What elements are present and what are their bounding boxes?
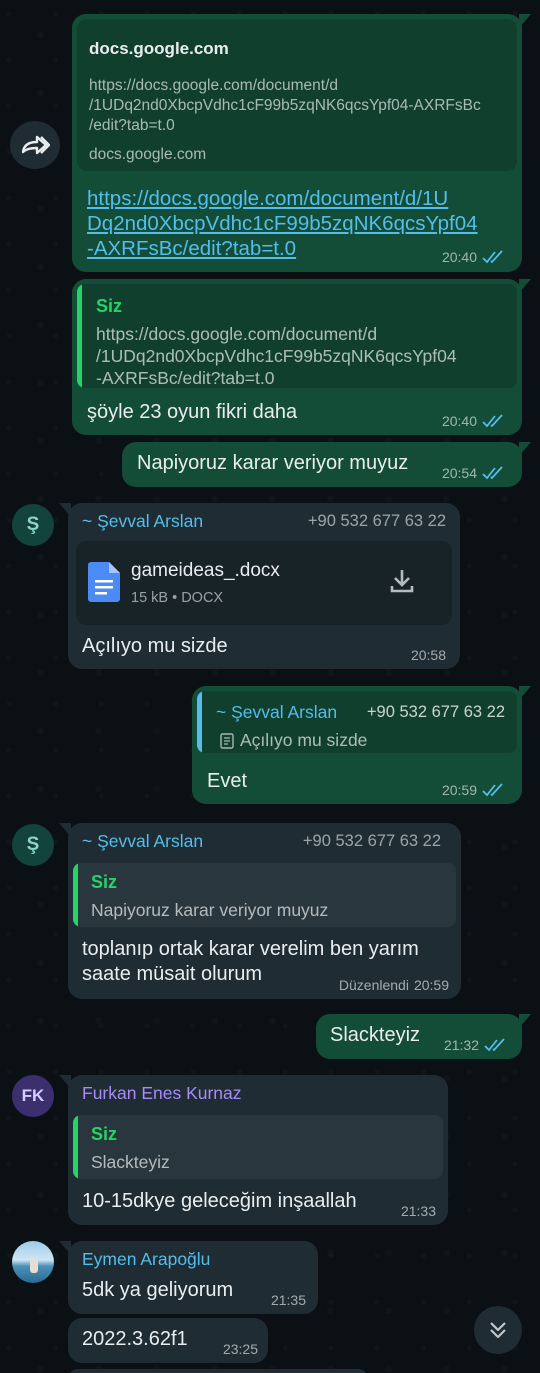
message-text: Açılıyo mu sizde	[82, 635, 228, 657]
sender-phone: +90 532 677 63 22	[302, 832, 441, 850]
message-meta: 21:35	[271, 1292, 306, 1308]
message-time: 21:33	[400, 1203, 436, 1219]
message-meta: 20:59	[442, 782, 508, 798]
message-bubble-reply[interactable]: Furkan Enes Kurnaz Siz Slackteyiz 10-15d…	[59, 1075, 448, 1225]
message-meta: 21:32	[444, 1037, 510, 1053]
quote-text: Napiyoruz karar veriyor muyuz	[91, 900, 329, 920]
edited-label: Düzenlendi	[338, 977, 409, 993]
link-line[interactable]: https://docs.google.com/document/d/1U	[87, 186, 478, 211]
message-bubble-text[interactable]: Napiyoruz karar veriyor muyuz 20:54	[122, 442, 531, 487]
message-text: 2022.3.62f1	[82, 1328, 188, 1350]
chat-conversation[interactable]: docs.google.com https://docs.google.com/…	[0, 0, 540, 1373]
message-meta: 20:40	[442, 249, 508, 265]
message-meta: 20:40	[442, 413, 508, 429]
quote-text: https://docs.google.com/document/d /1UDq…	[96, 323, 457, 388]
message-bubble-reply[interactable]: ~ Şevval Arslan +90 532 677 63 22 Açılıy…	[192, 686, 531, 804]
message-time: 20:59	[441, 782, 477, 798]
message-time: 21:32	[443, 1037, 479, 1053]
message-link[interactable]: https://docs.google.com/document/d/1U Dq…	[87, 186, 478, 261]
quoted-message[interactable]: ~ Şevval Arslan +90 532 677 63 22 Açılıy…	[197, 691, 517, 753]
quote-line: https://docs.google.com/document/d	[96, 324, 378, 344]
message-bubble-reply[interactable]: Siz https://docs.google.com/document/d /…	[72, 279, 531, 435]
forward-button[interactable]	[10, 121, 60, 169]
avatar-eymen[interactable]	[12, 1241, 54, 1283]
quote-bar	[73, 1115, 78, 1179]
sender-phone: +90 532 677 63 22	[307, 512, 446, 530]
message-time: 20:40	[441, 413, 477, 429]
message-bubble-reply[interactable]: ~ Şevval Arslan +90 532 677 63 22 Siz Na…	[59, 823, 461, 999]
message-bubble-partial[interactable]	[68, 1369, 368, 1373]
message-meta: 23:25	[223, 1341, 258, 1357]
read-ticks-icon	[482, 250, 503, 264]
message-meta: Düzenlendi 20:59	[339, 977, 449, 993]
message-time: 20:58	[410, 647, 446, 663]
quote-text: Slackteyiz	[91, 1152, 170, 1172]
preview-url-line: /edit?tab=t.0	[89, 117, 175, 134]
link-preview-url: https://docs.google.com/document/d /1UDq…	[89, 76, 481, 136]
quote-bar	[73, 863, 78, 927]
link-preview-title: docs.google.com	[89, 39, 229, 58]
message-bubble-link[interactable]: docs.google.com https://docs.google.com/…	[72, 14, 531, 272]
document-small-icon	[220, 733, 234, 749]
file-meta: 15 kB • DOCX	[131, 590, 224, 606]
quote-sender: Siz	[91, 1124, 118, 1144]
read-ticks-icon	[482, 466, 503, 480]
file-name: gameideas_.docx	[131, 560, 280, 581]
read-ticks-icon	[482, 783, 503, 797]
quote-line: -AXRFsBc/edit?tab=t.0	[96, 368, 275, 388]
message-bubble-file[interactable]: ~ Şevval Arslan +90 532 677 63 22 gameid…	[59, 503, 460, 669]
message-text: Slackteyiz	[330, 1024, 421, 1046]
message-text-line: toplanıp ortak karar verelim ben yarım	[82, 938, 419, 960]
message-time: 23:25	[222, 1341, 258, 1357]
message-text: 10-15dkye geleceğim inşaallah	[82, 1190, 357, 1212]
message-time: 20:59	[413, 977, 449, 993]
sender-name[interactable]: Eymen Arapoğlu	[82, 1249, 210, 1270]
document-icon	[88, 562, 120, 602]
message-text: şöyle 23 oyun fikri daha	[87, 401, 298, 423]
message-meta: 20:54	[442, 465, 508, 481]
double-chevron-down-icon	[490, 1322, 506, 1339]
link-line[interactable]: -AXRFsBc/edit?tab=t.0	[87, 236, 478, 261]
message-bubble-text[interactable]: Slackteyiz 21:32	[316, 1014, 531, 1059]
quote-bar	[77, 284, 82, 388]
avatar-sevval[interactable]: Ş	[12, 824, 54, 866]
quote-sender: Siz	[91, 872, 118, 892]
quote-text: Açılıyo mu sizde	[240, 730, 368, 750]
preview-url-line: https://docs.google.com/document/d	[89, 77, 339, 94]
message-time: 21:35	[270, 1292, 306, 1308]
quote-bar	[197, 691, 202, 753]
quote-line: /1UDq2nd0XbcpVdhc1cF99b5zqNK6qcsYpf04	[96, 346, 457, 366]
quote-sender: Siz	[96, 296, 123, 316]
message-meta: 21:33	[401, 1203, 436, 1219]
quoted-message[interactable]: Siz Slackteyiz	[73, 1115, 443, 1179]
download-icon[interactable]	[388, 567, 416, 595]
avatar-photo-figure	[30, 1259, 38, 1273]
file-attachment[interactable]: gameideas_.docx 15 kB • DOCX	[76, 541, 452, 625]
scroll-to-bottom-button[interactable]	[474, 1306, 522, 1354]
message-bubble-text[interactable]: Eymen Arapoğlu 5dk ya geliyorum 21:35	[59, 1241, 318, 1314]
message-text: Evet	[207, 770, 248, 792]
link-preview-domain: docs.google.com	[89, 146, 207, 163]
read-ticks-icon	[484, 1038, 505, 1052]
avatar-furkan[interactable]: FK	[12, 1075, 54, 1117]
forward-icon	[21, 135, 50, 155]
link-line[interactable]: Dq2nd0XbcpVdhc1cF99b5zqNK6qcsYpf04	[87, 211, 478, 236]
preview-url-line: /1UDq2nd0XbcpVdhc1cF99b5zqNK6qcsYpf04-AX…	[89, 97, 481, 114]
quoted-message[interactable]: Siz https://docs.google.com/document/d /…	[77, 284, 517, 388]
sender-name[interactable]: ~ Şevval Arslan	[82, 511, 203, 532]
message-text: Napiyoruz karar veriyor muyuz	[137, 452, 409, 474]
sender-name[interactable]: Furkan Enes Kurnaz	[82, 1083, 242, 1104]
avatar-sevval[interactable]: Ş	[12, 504, 54, 546]
message-meta: 20:58	[411, 647, 446, 663]
read-ticks-icon	[482, 414, 503, 428]
message-time: 20:40	[441, 249, 477, 265]
quote-phone: +90 532 677 63 22	[366, 703, 505, 721]
quoted-message[interactable]: Siz Napiyoruz karar veriyor muyuz	[73, 863, 456, 927]
sender-name[interactable]: ~ Şevval Arslan	[82, 831, 203, 852]
message-text: 5dk ya geliyorum	[82, 1279, 234, 1301]
message-time: 20:54	[441, 465, 477, 481]
quote-sender: ~ Şevval Arslan	[216, 702, 338, 722]
message-bubble-text[interactable]: 2022.3.62f1 23:25	[68, 1318, 268, 1363]
link-preview-card[interactable]: docs.google.com https://docs.google.com/…	[77, 19, 517, 171]
